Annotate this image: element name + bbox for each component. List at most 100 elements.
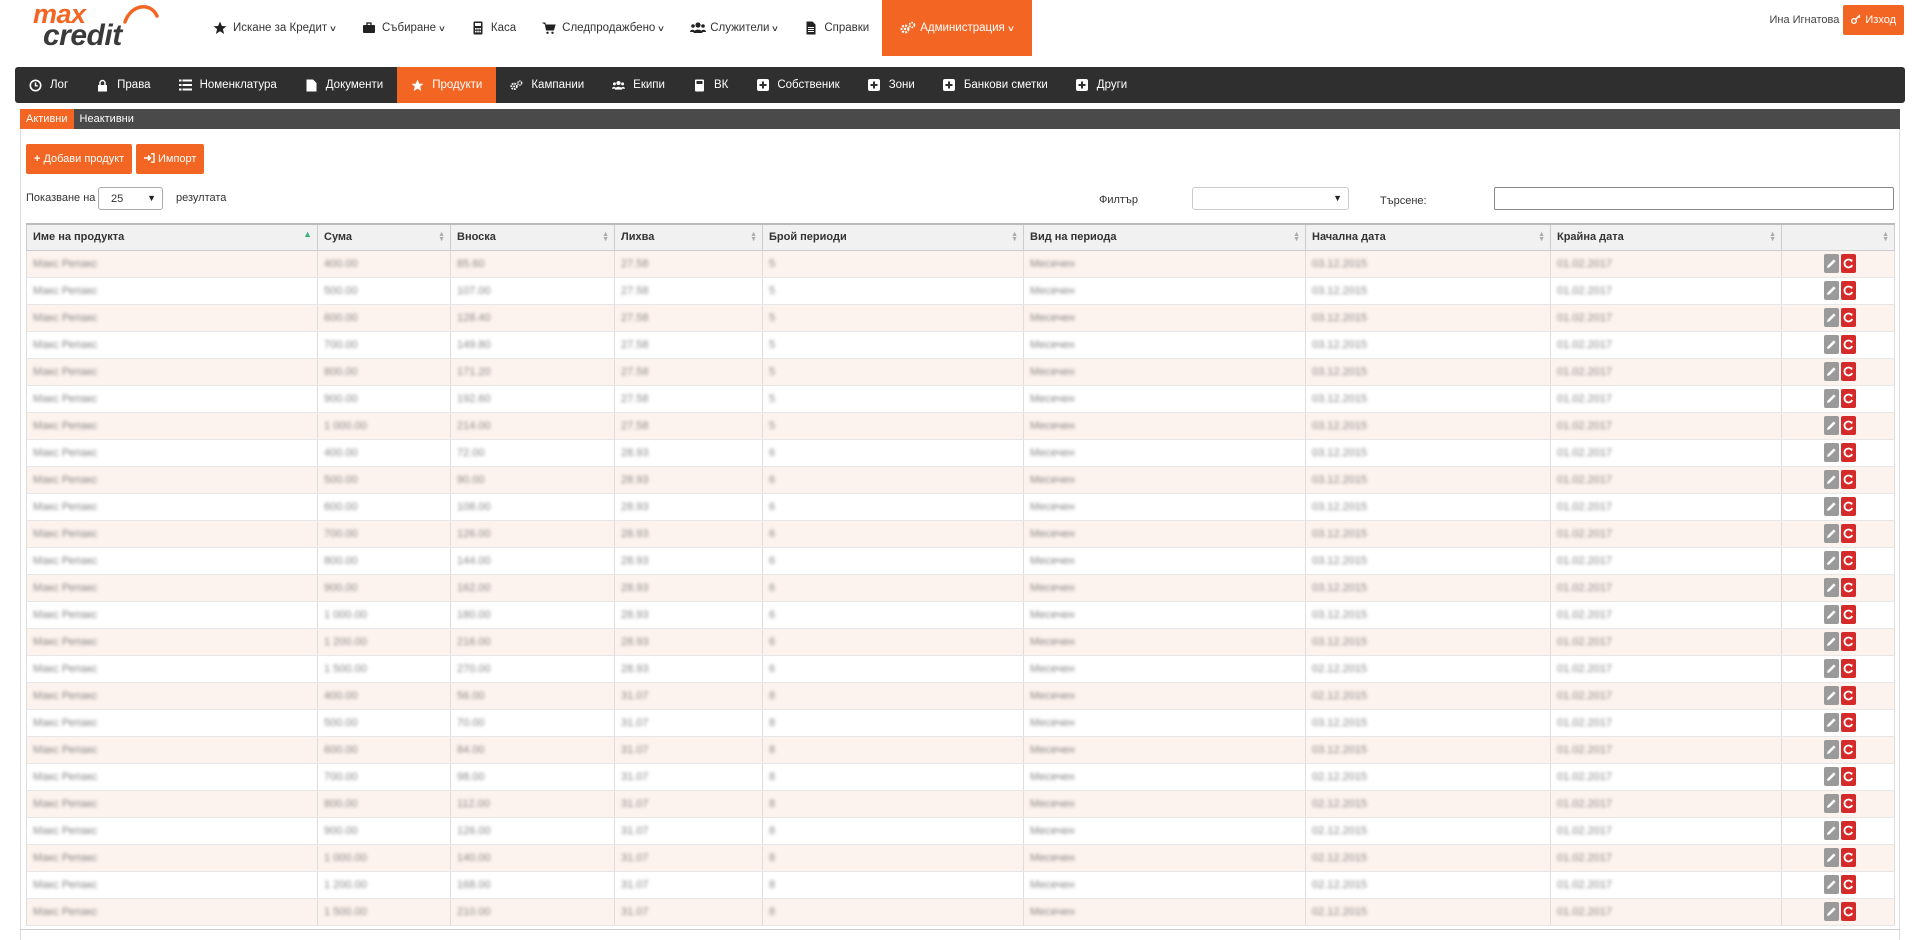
edit-button[interactable] <box>1824 362 1839 381</box>
cell-product-name-value: Макс Репакс <box>33 473 98 486</box>
edit-button[interactable] <box>1824 875 1839 894</box>
edit-button[interactable] <box>1824 713 1839 732</box>
nav-reports[interactable]: Справки <box>791 0 882 56</box>
col-header-product-name[interactable]: Име на продукта ▲ <box>26 223 318 251</box>
nav-after-sales[interactable]: Следпродажбено ∨ <box>529 0 677 56</box>
edit-button[interactable] <box>1824 281 1839 300</box>
admin-tab-other[interactable]: Други <box>1062 67 1141 103</box>
col-header-start-date[interactable]: Начална дата ▲ ▼ <box>1305 223 1551 251</box>
col-header-installment[interactable]: Вноска ▲ ▼ <box>450 223 615 251</box>
search-input[interactable] <box>1494 187 1894 210</box>
logout-button[interactable]: Изход <box>1843 5 1904 35</box>
deactivate-button[interactable] <box>1841 848 1856 867</box>
edit-button[interactable] <box>1824 821 1839 840</box>
nav-administration[interactable]: Администрация ∨ <box>882 0 1032 56</box>
nav-employees[interactable]: Служители ∨ <box>677 0 791 56</box>
admin-tab-log[interactable]: Лог <box>15 67 82 103</box>
deactivate-button[interactable] <box>1841 632 1856 651</box>
pencil-icon <box>1827 691 1836 700</box>
deactivate-button[interactable] <box>1841 875 1856 894</box>
deactivate-button[interactable] <box>1841 740 1856 759</box>
cell-end-date: 01.02.2017 <box>1550 493 1782 521</box>
list-icon <box>178 79 192 92</box>
admin-tab-campaigns[interactable]: Кампании <box>496 67 598 103</box>
deactivate-button[interactable] <box>1841 335 1856 354</box>
deactivate-button[interactable] <box>1841 902 1856 921</box>
admin-tab-zones[interactable]: Зони <box>854 67 929 103</box>
add-product-button[interactable]: + Добави продукт <box>26 144 133 174</box>
nav-collection[interactable]: Събиране ∨ <box>349 0 458 56</box>
edit-button[interactable] <box>1824 605 1839 624</box>
col-header-interest[interactable]: Лихва ▲ ▼ <box>614 223 763 251</box>
edit-button[interactable] <box>1824 902 1839 921</box>
nav-credit-request[interactable]: Искане за Кредит ∨ <box>200 0 349 56</box>
page-size-select[interactable]: 25 ▼ <box>98 187 163 210</box>
cell-start-date: 03.12.2015 <box>1305 439 1551 467</box>
deactivate-button[interactable] <box>1841 389 1856 408</box>
edit-button[interactable] <box>1824 659 1839 678</box>
deactivate-button[interactable] <box>1841 443 1856 462</box>
edit-button[interactable] <box>1824 389 1839 408</box>
admin-tab-teams[interactable]: Екипи <box>598 67 679 103</box>
tab-inactive[interactable]: Неактивни <box>74 109 140 129</box>
deactivate-button[interactable] <box>1841 767 1856 786</box>
deactivate-button[interactable] <box>1841 713 1856 732</box>
admin-tab-documents[interactable]: Документи <box>291 67 397 103</box>
admin-tab-products[interactable]: Продукти <box>397 67 497 103</box>
edit-button[interactable] <box>1824 686 1839 705</box>
cell-end-date-value: 01.02.2017 <box>1557 851 1613 864</box>
edit-button[interactable] <box>1824 470 1839 489</box>
filter-select[interactable]: ▼ <box>1192 187 1349 210</box>
deactivate-button[interactable] <box>1841 659 1856 678</box>
edit-button[interactable] <box>1824 767 1839 786</box>
cell-end-date: 01.02.2017 <box>1550 844 1782 872</box>
edit-button[interactable] <box>1824 551 1839 570</box>
edit-button[interactable] <box>1824 848 1839 867</box>
deactivate-button[interactable] <box>1841 821 1856 840</box>
edit-button[interactable] <box>1824 335 1839 354</box>
deactivate-button[interactable] <box>1841 254 1856 273</box>
col-header-amount[interactable]: Сума ▲ ▼ <box>317 223 451 251</box>
edit-button[interactable] <box>1824 443 1839 462</box>
import-button[interactable]: Импорт <box>136 144 205 174</box>
edit-button[interactable] <box>1824 416 1839 435</box>
deactivate-button[interactable] <box>1841 281 1856 300</box>
edit-button[interactable] <box>1824 740 1839 759</box>
deactivate-button[interactable] <box>1841 794 1856 813</box>
edit-button[interactable] <box>1824 308 1839 327</box>
edit-button[interactable] <box>1824 578 1839 597</box>
col-header-end-date[interactable]: Крайна дата ▲ ▼ <box>1550 223 1782 251</box>
admin-tab-vk[interactable]: ВК <box>679 67 742 103</box>
deactivate-button[interactable] <box>1841 686 1856 705</box>
max-credit-logo[interactable]: max credit <box>33 0 159 52</box>
cell-period-type-value: Месечен <box>1030 662 1075 675</box>
cell-start-date-value: 02.12.2015 <box>1312 905 1368 918</box>
edit-button[interactable] <box>1824 632 1839 651</box>
deactivate-button[interactable] <box>1841 416 1856 435</box>
edit-button[interactable] <box>1824 254 1839 273</box>
admin-tab-nomenclature[interactable]: Номенклатура <box>165 67 291 103</box>
cell-installment: 171.20 <box>450 358 615 386</box>
nav-cash[interactable]: Каса <box>458 0 529 56</box>
deactivate-button[interactable] <box>1841 497 1856 516</box>
cell-end-date-value: 01.02.2017 <box>1557 716 1613 729</box>
col-header-period-count[interactable]: Брой периоди ▲ ▼ <box>762 223 1024 251</box>
tab-active[interactable]: Активни <box>20 109 74 129</box>
deactivate-button[interactable] <box>1841 308 1856 327</box>
admin-tab-bank-accounts[interactable]: Банкови сметки <box>929 67 1062 103</box>
cell-period-type: Месечен <box>1023 547 1306 575</box>
col-header-actions[interactable]: ▲ ▼ <box>1781 223 1895 251</box>
admin-tab-owner[interactable]: Собственик <box>742 67 853 103</box>
deactivate-button[interactable] <box>1841 362 1856 381</box>
edit-button[interactable] <box>1824 794 1839 813</box>
deactivate-button[interactable] <box>1841 578 1856 597</box>
admin-tab-rights[interactable]: Права <box>82 67 164 103</box>
cell-end-date: 01.02.2017 <box>1550 520 1782 548</box>
deactivate-button[interactable] <box>1841 605 1856 624</box>
deactivate-button[interactable] <box>1841 470 1856 489</box>
deactivate-button[interactable] <box>1841 551 1856 570</box>
edit-button[interactable] <box>1824 497 1839 516</box>
deactivate-button[interactable] <box>1841 524 1856 543</box>
edit-button[interactable] <box>1824 524 1839 543</box>
col-header-period-type[interactable]: Вид на периода ▲ ▼ <box>1023 223 1306 251</box>
